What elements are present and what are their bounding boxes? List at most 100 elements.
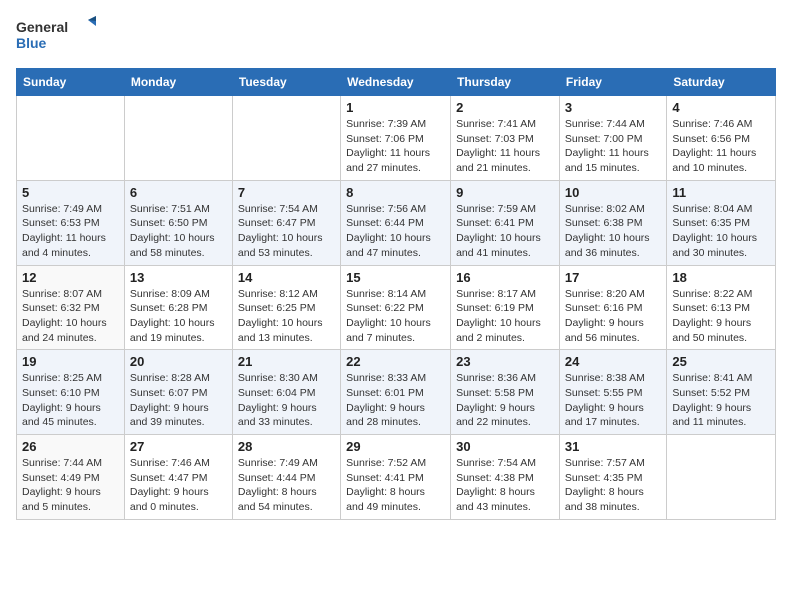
calendar-cell: 2 Sunrise: 7:41 AMSunset: 7:03 PMDaylight… [451,96,560,181]
cell-day-number: 9 [456,185,554,200]
svg-text:General: General [16,19,68,35]
cell-day-number: 2 [456,100,554,115]
calendar-week-1: 1 Sunrise: 7:39 AMSunset: 7:06 PMDaylight… [17,96,776,181]
calendar-cell: 10 Sunrise: 8:02 AMSunset: 6:38 PMDayligh… [559,180,666,265]
cell-day-number: 24 [565,354,661,369]
calendar-cell: 25Sunrise: 8:41 AMSunset: 5:52 PMDayligh… [667,350,776,435]
calendar-cell: 29 Sunrise: 7:52 AMSunset: 4:41 PMDayligh… [341,435,451,520]
cell-day-number: 19 [22,354,119,369]
calendar-cell: 4 Sunrise: 7:46 AMSunset: 6:56 PMDaylight… [667,96,776,181]
calendar-header-row: SundayMondayTuesdayWednesdayThursdayFrid… [17,69,776,96]
cell-day-number: 13 [130,270,227,285]
page-header: General Blue [16,16,776,56]
calendar-cell: 3 Sunrise: 7:44 AMSunset: 7:00 PMDaylight… [559,96,666,181]
cell-day-number: 20 [130,354,227,369]
calendar-cell: 18 Sunrise: 8:22 AMSunset: 6:13 PMDayligh… [667,265,776,350]
calendar-table: SundayMondayTuesdayWednesdayThursdayFrid… [16,68,776,520]
calendar-cell: 23Sunrise: 8:36 AMSunset: 5:58 PMDayligh… [451,350,560,435]
calendar-cell: 12Sunrise: 8:07 AMSunset: 6:32 PMDayligh… [17,265,125,350]
calendar-cell: 22 Sunrise: 8:33 AMSunset: 6:01 PMDayligh… [341,350,451,435]
cell-info: Sunrise: 7:41 AMSunset: 7:03 PMDaylight:… [456,117,554,176]
cell-day-number: 30 [456,439,554,454]
cell-day-number: 15 [346,270,445,285]
svg-text:Blue: Blue [16,35,47,51]
cell-info: Sunrise: 7:54 AMSunset: 4:38 PMDaylight:… [456,456,554,515]
cell-info: Sunrise: 7:52 AMSunset: 4:41 PMDaylight:… [346,456,445,515]
calendar-cell: 30 Sunrise: 7:54 AMSunset: 4:38 PMDayligh… [451,435,560,520]
calendar-cell: 14Sunrise: 8:12 AMSunset: 6:25 PMDayligh… [232,265,340,350]
calendar-week-4: 19 Sunrise: 8:25 AMSunset: 6:10 PMDayligh… [17,350,776,435]
cell-info: Sunrise: 7:56 AMSunset: 6:44 PMDaylight:… [346,202,445,261]
calendar-cell: 26 Sunrise: 7:44 AMSunset: 4:49 PMDayligh… [17,435,125,520]
cell-day-number: 25 [672,354,770,369]
header-saturday: Saturday [667,69,776,96]
cell-info: Sunrise: 8:25 AMSunset: 6:10 PMDaylight:… [22,371,119,430]
cell-day-number: 3 [565,100,661,115]
calendar-cell: 5 Sunrise: 7:49 AMSunset: 6:53 PMDaylight… [17,180,125,265]
cell-info: Sunrise: 8:02 AMSunset: 6:38 PMDaylight:… [565,202,661,261]
cell-day-number: 17 [565,270,661,285]
cell-info: Sunrise: 8:14 AMSunset: 6:22 PMDaylight:… [346,287,445,346]
cell-info: Sunrise: 8:30 AMSunset: 6:04 PMDaylight:… [238,371,335,430]
header-monday: Monday [124,69,232,96]
cell-day-number: 7 [238,185,335,200]
cell-day-number: 8 [346,185,445,200]
calendar-cell: 13 Sunrise: 8:09 AMSunset: 6:28 PMDayligh… [124,265,232,350]
cell-info: Sunrise: 8:09 AMSunset: 6:28 PMDaylight:… [130,287,227,346]
cell-info: Sunrise: 7:46 AMSunset: 4:47 PMDaylight:… [130,456,227,515]
cell-info: Sunrise: 7:46 AMSunset: 6:56 PMDaylight:… [672,117,770,176]
cell-day-number: 4 [672,100,770,115]
cell-info: Sunrise: 8:28 AMSunset: 6:07 PMDaylight:… [130,371,227,430]
cell-info: Sunrise: 8:22 AMSunset: 6:13 PMDaylight:… [672,287,770,346]
calendar-cell: 24 Sunrise: 8:38 AMSunset: 5:55 PMDayligh… [559,350,666,435]
cell-info: Sunrise: 7:39 AMSunset: 7:06 PMDaylight:… [346,117,445,176]
cell-day-number: 26 [22,439,119,454]
cell-day-number: 27 [130,439,227,454]
calendar-cell: 7Sunrise: 7:54 AMSunset: 6:47 PMDaylight… [232,180,340,265]
cell-day-number: 28 [238,439,335,454]
calendar-cell [232,96,340,181]
calendar-cell: 15 Sunrise: 8:14 AMSunset: 6:22 PMDayligh… [341,265,451,350]
header-thursday: Thursday [451,69,560,96]
calendar-week-5: 26 Sunrise: 7:44 AMSunset: 4:49 PMDayligh… [17,435,776,520]
calendar-cell: 9Sunrise: 7:59 AMSunset: 6:41 PMDaylight… [451,180,560,265]
cell-info: Sunrise: 8:17 AMSunset: 6:19 PMDaylight:… [456,287,554,346]
cell-day-number: 5 [22,185,119,200]
cell-info: Sunrise: 7:49 AMSunset: 4:44 PMDaylight:… [238,456,335,515]
cell-day-number: 14 [238,270,335,285]
cell-info: Sunrise: 7:57 AMSunset: 4:35 PMDaylight:… [565,456,661,515]
calendar-cell [124,96,232,181]
logo-svg: General Blue [16,16,96,56]
header-wednesday: Wednesday [341,69,451,96]
cell-day-number: 16 [456,270,554,285]
cell-day-number: 11 [672,185,770,200]
calendar-cell: 19 Sunrise: 8:25 AMSunset: 6:10 PMDayligh… [17,350,125,435]
calendar-cell: 8 Sunrise: 7:56 AMSunset: 6:44 PMDaylight… [341,180,451,265]
cell-info: Sunrise: 8:38 AMSunset: 5:55 PMDaylight:… [565,371,661,430]
cell-day-number: 12 [22,270,119,285]
cell-info: Sunrise: 8:36 AMSunset: 5:58 PMDaylight:… [456,371,554,430]
calendar-week-2: 5 Sunrise: 7:49 AMSunset: 6:53 PMDaylight… [17,180,776,265]
calendar-cell: 27 Sunrise: 7:46 AMSunset: 4:47 PMDayligh… [124,435,232,520]
calendar-week-3: 12Sunrise: 8:07 AMSunset: 6:32 PMDayligh… [17,265,776,350]
cell-info: Sunrise: 8:04 AMSunset: 6:35 PMDaylight:… [672,202,770,261]
calendar-cell: 21 Sunrise: 8:30 AMSunset: 6:04 PMDayligh… [232,350,340,435]
cell-day-number: 10 [565,185,661,200]
header-friday: Friday [559,69,666,96]
calendar-cell: 6Sunrise: 7:51 AMSunset: 6:50 PMDaylight… [124,180,232,265]
calendar-cell: 16 Sunrise: 8:17 AMSunset: 6:19 PMDayligh… [451,265,560,350]
cell-day-number: 29 [346,439,445,454]
cell-info: Sunrise: 7:44 AMSunset: 7:00 PMDaylight:… [565,117,661,176]
cell-day-number: 1 [346,100,445,115]
calendar-cell: 11 Sunrise: 8:04 AMSunset: 6:35 PMDayligh… [667,180,776,265]
cell-day-number: 18 [672,270,770,285]
cell-day-number: 22 [346,354,445,369]
calendar-cell [667,435,776,520]
cell-info: Sunrise: 8:33 AMSunset: 6:01 PMDaylight:… [346,371,445,430]
cell-day-number: 6 [130,185,227,200]
cell-info: Sunrise: 7:49 AMSunset: 6:53 PMDaylight:… [22,202,119,261]
cell-info: Sunrise: 7:44 AMSunset: 4:49 PMDaylight:… [22,456,119,515]
calendar-cell [17,96,125,181]
cell-day-number: 21 [238,354,335,369]
calendar-cell: 17Sunrise: 8:20 AMSunset: 6:16 PMDayligh… [559,265,666,350]
